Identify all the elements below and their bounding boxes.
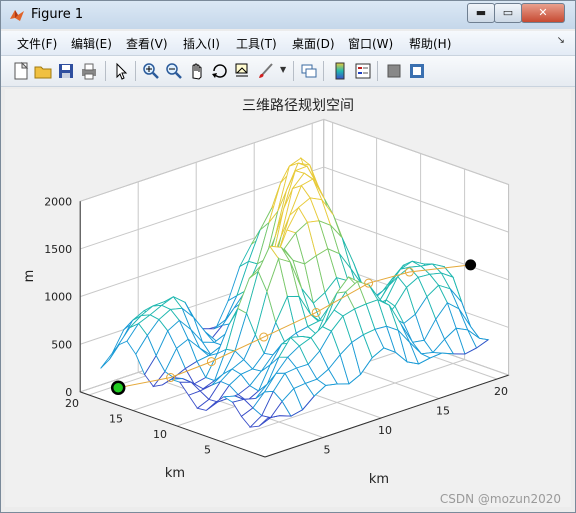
matlab-logo-icon (10, 10, 24, 21)
rotate-3d-icon[interactable] (210, 61, 230, 81)
menu-help[interactable]: 帮助(H) (409, 35, 451, 52)
show-plot-tools-icon[interactable] (407, 61, 427, 81)
y-tick-label: 10 (153, 428, 167, 441)
z-tick-label: 2000 (44, 195, 72, 208)
x-tick-label: 20 (494, 385, 508, 398)
x-axis-label: km (369, 472, 389, 487)
menu-view[interactable]: 查看(V) (126, 35, 168, 52)
y-axis-label: km (165, 466, 185, 481)
toolbar-separator (105, 61, 106, 81)
menu-file[interactable]: 文件(F) (17, 35, 57, 52)
z-tick-label: 1000 (44, 291, 72, 304)
x-tick-label: 10 (378, 424, 392, 437)
figure-canvas[interactable]: 三维路径规划空间 km km m 5 10 15 20 5 10 15 20 0 500 1000 1… (5, 89, 571, 507)
menu-insert[interactable]: 插入(I) (183, 35, 220, 52)
z-tick-label: 500 (51, 338, 72, 351)
legend-icon[interactable] (353, 61, 373, 81)
y-tick-label: 5 (204, 444, 211, 457)
y-tick-label: 15 (109, 413, 123, 426)
menu-edit[interactable]: 编辑(E) (71, 35, 112, 52)
pan-hand-icon[interactable] (187, 61, 207, 81)
brush-icon[interactable] (256, 61, 276, 81)
toolbar-separator (293, 61, 294, 81)
toolbar-separator (377, 61, 378, 81)
x-tick-label: 15 (436, 405, 450, 418)
z-tick-label: 0 (65, 386, 72, 399)
print-icon[interactable] (79, 61, 99, 81)
toolbar-separator (135, 61, 136, 81)
window-title: Figure 1 (31, 7, 84, 22)
data-cursor-icon[interactable] (233, 61, 253, 81)
z-axis-label: m (22, 270, 37, 283)
toolbar-separator (323, 61, 324, 81)
pointer-icon[interactable] (111, 61, 131, 81)
close-button[interactable]: ✕ (521, 3, 565, 23)
minimize-button[interactable]: ▬ (467, 3, 495, 23)
zoom-in-icon[interactable] (141, 61, 161, 81)
save-icon[interactable] (56, 61, 76, 81)
zoom-out-icon[interactable] (164, 61, 184, 81)
menu-desktop[interactable]: 桌面(D) (292, 35, 335, 52)
brush-dropdown-icon[interactable]: ▼ (280, 65, 286, 74)
menu-tools[interactable]: 工具(T) (236, 35, 277, 52)
hide-plot-tools-icon[interactable] (384, 61, 404, 81)
colorbar-icon[interactable] (330, 61, 350, 81)
chart-title: 三维路径规划空间 (242, 98, 354, 114)
y-tick-label: 20 (65, 397, 79, 410)
menu-bar: 文件(F) 编辑(E) 查看(V) 插入(I) 工具(T) 桌面(D) 窗口(W… (1, 31, 575, 56)
maximize-button[interactable]: ▭ (494, 3, 522, 23)
title-bar[interactable]: Figure 1 ▬ ▭ ✕ (1, 1, 575, 29)
x-tick-label: 5 (324, 444, 331, 457)
watermark-text: CSDN @mozun2020 (439, 492, 561, 506)
z-tick-label: 1500 (44, 243, 72, 256)
start-point-marker (110, 380, 126, 396)
link-plot-icon[interactable] (299, 61, 319, 81)
goal-point-marker (465, 259, 477, 271)
open-folder-icon[interactable] (33, 61, 53, 81)
new-figure-icon[interactable] (11, 61, 31, 81)
figure-window: Figure 1 ▬ ▭ ✕ 文件(F) 编辑(E) 查看(V) 插入(I) 工… (0, 0, 576, 513)
menu-window[interactable]: 窗口(W) (348, 35, 393, 52)
toolbar: ▼ (1, 56, 575, 87)
surface-plot[interactable]: 三维路径规划空间 km km m 51015205101520050010001… (5, 89, 571, 507)
menu-overflow-icon[interactable]: ↘ (557, 35, 565, 46)
